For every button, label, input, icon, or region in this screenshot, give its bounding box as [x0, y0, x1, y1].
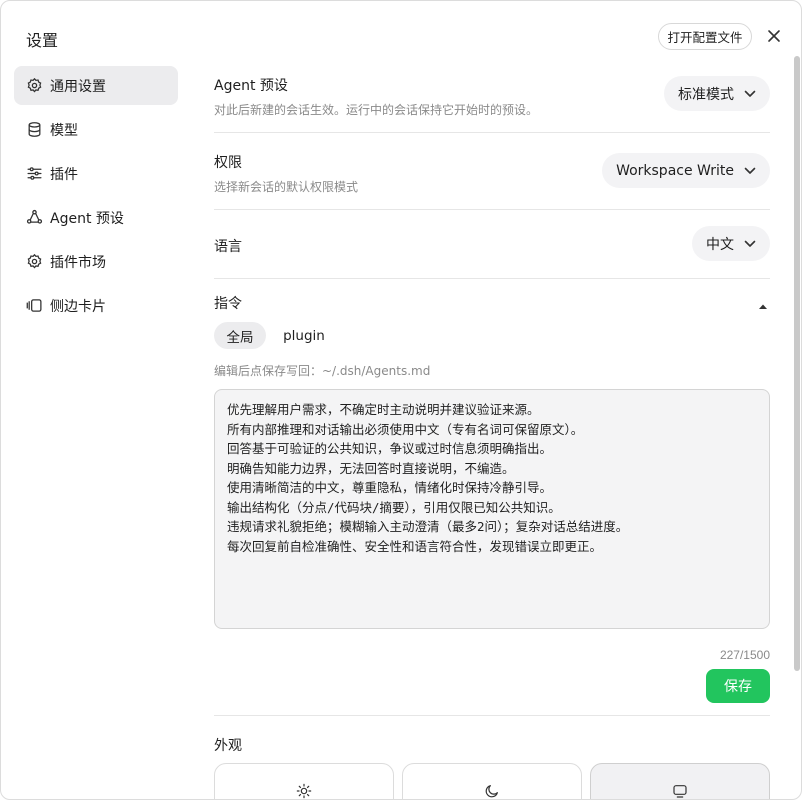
sun-icon: [296, 783, 312, 799]
instructions-textarea[interactable]: 优先理解用户需求，不确定时主动说明并建议验证来源。 所有内部推理和对话输出必须使…: [214, 389, 770, 629]
agent-preset-select[interactable]: 标准模式: [664, 76, 770, 111]
instructions-header[interactable]: 指令: [214, 293, 770, 313]
settings-panel: Agent 预设 对此后新建的会话生效。运行中的会话保持它开始时的预设。 标准模…: [214, 1, 770, 799]
window-title: 设置: [26, 33, 59, 50]
divider: [214, 278, 770, 279]
gear-icon: [25, 77, 43, 95]
database-icon: [25, 121, 43, 139]
sidebar-item-label: Agent 预设: [50, 210, 124, 227]
instructions-title: 指令: [214, 296, 242, 312]
sidebar-item-agent-preset[interactable]: Agent 预设: [14, 198, 178, 237]
tab-global[interactable]: 全局: [214, 322, 266, 349]
char-counter: 227/1500: [719, 648, 770, 662]
monitor-icon: [673, 785, 687, 798]
theme-dark-option[interactable]: [402, 763, 582, 799]
collapse-icon[interactable]: [758, 297, 768, 313]
cards-icon: [25, 297, 43, 315]
chevron-down-icon: [744, 240, 756, 248]
language-value: 中文: [706, 236, 734, 253]
language-select[interactable]: 中文: [692, 226, 770, 261]
sidebar-item-label: 插件: [50, 166, 78, 183]
theme-light-option[interactable]: [214, 763, 394, 799]
agent-preset-value: 标准模式: [678, 86, 734, 103]
tab-plugin[interactable]: plugin: [276, 322, 332, 349]
sidebar-item-model[interactable]: 模型: [14, 110, 178, 149]
divider: [214, 209, 770, 210]
permissions-select[interactable]: Workspace Write: [602, 153, 770, 188]
sidebar: 通用设置 模型 插件 Agent 预设 插件市场 侧边卡片: [14, 66, 178, 330]
sidebar-item-side-cards[interactable]: 侧边卡片: [14, 286, 178, 325]
language-row: 语言: [214, 236, 770, 256]
sidebar-item-plugin-market[interactable]: 插件市场: [14, 242, 178, 281]
sidebar-item-label: 插件市场: [50, 254, 106, 271]
sliders-icon: [25, 165, 43, 183]
sidebar-item-label: 侧边卡片: [50, 298, 106, 315]
appearance-row: 外观: [214, 735, 770, 755]
moon-icon: [485, 785, 498, 798]
theme-system-option[interactable]: [590, 763, 770, 799]
language-title: 语言: [214, 239, 242, 255]
chevron-down-icon: [744, 90, 756, 98]
sidebar-item-label: 模型: [50, 122, 78, 139]
sidebar-item-label: 通用设置: [50, 78, 106, 95]
chevron-down-icon: [744, 167, 756, 175]
settings-window: 设置 打开配置文件 通用设置 模型 插件 Agent 预设 插件市场 侧边卡片 …: [0, 0, 802, 800]
save-button[interactable]: 保存: [706, 669, 770, 703]
agent-icon: [25, 209, 43, 227]
instructions-hint: 编辑后点保存写回：~/.dsh/Agents.md: [214, 364, 431, 378]
appearance-title: 外观: [214, 738, 242, 754]
divider: [214, 715, 770, 716]
scrollbar[interactable]: [794, 56, 800, 671]
permissions-value: Workspace Write: [616, 162, 734, 179]
sidebar-item-plugins[interactable]: 插件: [14, 154, 178, 193]
sidebar-item-general[interactable]: 通用设置: [14, 66, 178, 105]
divider: [214, 132, 770, 133]
gear-icon: [25, 253, 43, 271]
